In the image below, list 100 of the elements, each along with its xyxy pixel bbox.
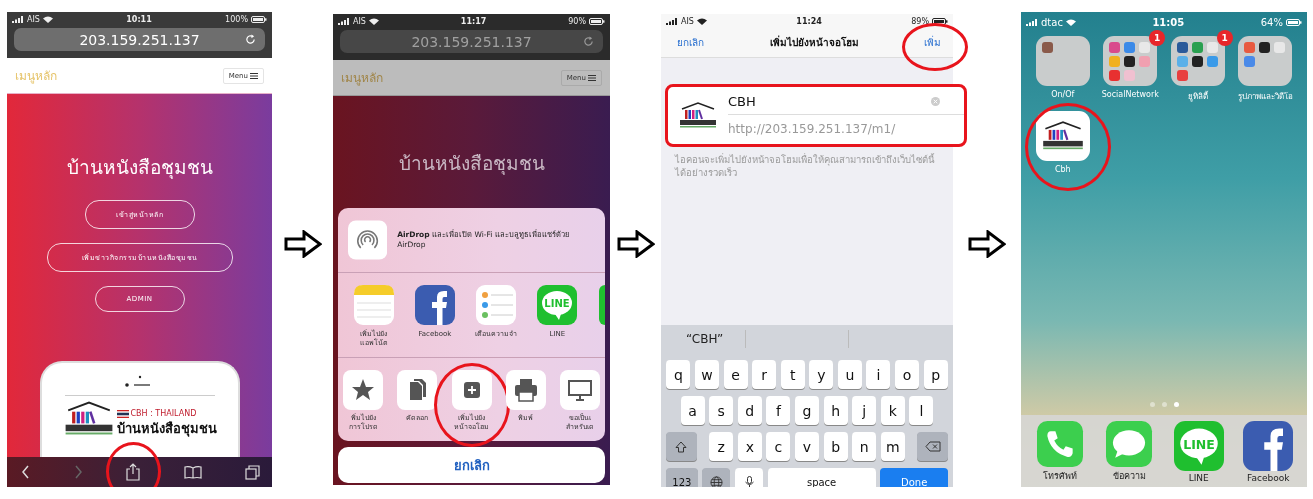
keyboard-key[interactable]: x — [737, 432, 762, 461]
bookmarks-icon[interactable] — [183, 465, 202, 479]
keyboard-key[interactable]: g — [795, 396, 819, 425]
numbers-key[interactable]: 123 — [665, 468, 698, 487]
logo-text: บ้านหนังสือชุมชน — [116, 420, 217, 439]
keyboard-key[interactable]: b — [823, 432, 848, 461]
app-label[interactable]: LINE — [1188, 473, 1209, 483]
forward-icon[interactable] — [73, 465, 83, 479]
keyboard-key[interactable]: n — [852, 432, 877, 461]
app-label[interactable]: โทรศัพท์ — [1042, 469, 1077, 483]
printer-icon[interactable] — [505, 370, 546, 411]
hero-title: บ้านหนังสือชุมชน — [66, 155, 213, 181]
web-app-icon[interactable] — [1035, 111, 1090, 161]
keyboard-key[interactable]: d — [737, 396, 762, 425]
keyboard-key[interactable]: f — [766, 396, 791, 425]
add-button[interactable]: เพิ่ม — [924, 35, 941, 50]
page-dot[interactable] — [1161, 402, 1167, 407]
done-key[interactable]: Done — [880, 468, 949, 487]
keyboard-key[interactable]: p — [923, 360, 948, 389]
notification-badge: 1 — [1149, 30, 1166, 46]
airdrop-icon[interactable] — [348, 220, 388, 261]
carrier-name: AIS — [681, 16, 694, 26]
facebook-app-icon[interactable] — [414, 285, 455, 326]
app-label[interactable]: ข้อความ — [1112, 469, 1146, 483]
name-field[interactable]: CBH — [728, 91, 964, 115]
hero-title: บ้านหนังสือชุมชน — [398, 151, 545, 177]
book-house-logo-icon — [678, 100, 718, 131]
back-icon[interactable] — [21, 465, 30, 479]
thai-flag-icon — [116, 409, 129, 418]
delete-key[interactable] — [917, 432, 949, 461]
keyboard-key[interactable]: l — [909, 396, 934, 425]
keyboard-key[interactable]: v — [795, 432, 819, 461]
battery-percent: 89% — [911, 16, 929, 26]
battery-icon — [589, 17, 605, 25]
keyboard-key[interactable]: z — [709, 432, 734, 461]
copy-icon[interactable] — [397, 370, 438, 411]
keyboard-key[interactable]: e — [723, 360, 748, 389]
menu-icon — [588, 74, 596, 81]
shift-key[interactable] — [665, 432, 697, 461]
folder-label[interactable]: SocialNetwork — [1101, 90, 1159, 99]
keyboard-key[interactable]: w — [694, 360, 719, 389]
reload-icon[interactable] — [583, 36, 594, 47]
keyboard-key[interactable]: c — [766, 432, 791, 461]
cancel-button[interactable]: ยกเลิก — [338, 447, 605, 483]
signal-icon — [666, 17, 678, 25]
battery-icon — [932, 17, 948, 25]
status-time: 11:05 — [1152, 16, 1185, 28]
keyboard-key[interactable]: o — [895, 360, 920, 389]
carrier-name: AIS — [27, 14, 40, 24]
cancel-button[interactable]: ยกเลิก — [677, 35, 704, 50]
globe-icon — [709, 476, 723, 487]
keyboard-key[interactable]: j — [852, 396, 877, 425]
desktop-icon[interactable] — [560, 370, 600, 411]
folder-icon[interactable] — [1170, 36, 1225, 86]
battery-percent: 64% — [1260, 16, 1283, 28]
keyboard-key[interactable]: h — [823, 396, 848, 425]
keyboard-key[interactable]: k — [880, 396, 905, 425]
suggestion-text[interactable]: “CBH” — [664, 332, 746, 346]
address-bar[interactable]: 203.159.251.137 — [14, 28, 265, 51]
description-text: ไอคอนจะเพิ่มไปยังหน้าจอโฮมเพื่อให้คุณสามารถเข้าถึงเว็บไซต์นี้ได้อย่างรวดเร็ว — [675, 153, 936, 180]
status-time: 10:11 — [126, 14, 152, 24]
arrow-icon — [968, 229, 1006, 258]
tabs-icon[interactable] — [245, 464, 260, 480]
folder-label[interactable]: On/Of — [1051, 90, 1075, 99]
app-label[interactable]: Facebook — [1247, 473, 1290, 483]
folder-icon[interactable] — [1238, 36, 1293, 86]
keyboard-key[interactable]: r — [752, 360, 777, 389]
page-dot[interactable] — [1149, 402, 1155, 407]
keyboard-key[interactable]: a — [680, 396, 705, 425]
keyboard-key[interactable]: u — [837, 360, 862, 389]
signal-icon — [338, 17, 350, 25]
keyboard-key[interactable]: t — [780, 360, 805, 389]
carrier-name: AIS — [353, 16, 366, 26]
menu-icon — [250, 72, 258, 79]
add-icon[interactable] — [451, 370, 492, 411]
keyboard-key[interactable]: i — [866, 360, 891, 389]
folder-icon[interactable] — [1103, 36, 1158, 86]
folder-label[interactable]: ยูทิลิตี้ — [1187, 90, 1208, 103]
wifi-icon — [1065, 18, 1076, 26]
arrow-icon — [616, 229, 655, 258]
address-bar[interactable]: 203.159.251.137 — [340, 30, 603, 53]
arrow-icon — [283, 229, 322, 258]
keyboard-key[interactable]: q — [666, 360, 691, 389]
folder-label[interactable]: รูปภาพและวิดีโอ — [1237, 90, 1293, 103]
notification-badge: 1 — [1216, 30, 1233, 46]
keyboard-key[interactable]: y — [809, 360, 834, 389]
signal-icon — [1026, 18, 1038, 26]
keyboard-key[interactable]: s — [709, 396, 734, 425]
wifi-icon — [42, 15, 53, 23]
wifi-icon — [368, 17, 379, 25]
battery-icon — [251, 15, 267, 23]
url-text: http://203.159.251.137/m1/ — [728, 121, 897, 138]
status-time: 11:24 — [796, 16, 822, 26]
status-time: 11:17 — [460, 16, 487, 26]
facebook-app-icon[interactable] — [1242, 421, 1295, 471]
page-dot[interactable] — [1173, 402, 1179, 407]
battery-percent: 90% — [568, 16, 586, 26]
carrier-name: dtac — [1041, 16, 1063, 28]
keyboard-key[interactable]: m — [880, 432, 905, 461]
share-icon[interactable] — [126, 463, 140, 481]
